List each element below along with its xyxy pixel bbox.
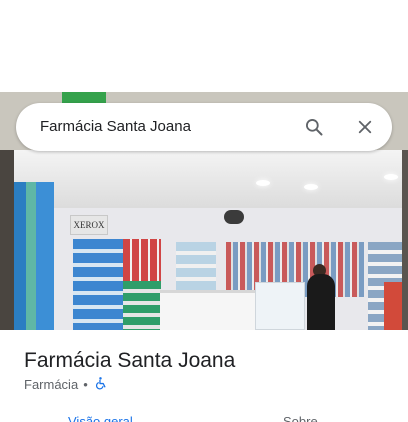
place-subtitle: Farmácia • — [24, 376, 107, 393]
tab-overview[interactable]: Visão geral — [68, 414, 133, 422]
display-case — [255, 282, 305, 330]
close-icon[interactable] — [353, 115, 377, 139]
search-icon[interactable] — [302, 115, 326, 139]
place-title: Farmácia Santa Joana — [24, 349, 236, 372]
top-blank-area — [0, 0, 408, 92]
wheelchair-icon — [94, 376, 107, 393]
place-category: Farmácia — [24, 377, 79, 392]
place-tabs: Visão geral Sobre — [0, 414, 408, 422]
separator-dot: • — [83, 377, 88, 392]
door-product-rack — [14, 182, 54, 330]
customer-figure — [307, 274, 335, 330]
product-shelf — [73, 239, 123, 330]
product-shelf — [123, 239, 161, 281]
search-bar[interactable]: Farmácia Santa Joana — [16, 103, 392, 151]
customer-figure — [384, 282, 402, 330]
wall-fan — [224, 210, 244, 224]
product-shelf — [123, 281, 161, 330]
search-input[interactable]: Farmácia Santa Joana — [40, 118, 191, 135]
tab-about[interactable]: Sobre — [283, 414, 318, 422]
xerox-sign: XEROX — [70, 215, 108, 235]
